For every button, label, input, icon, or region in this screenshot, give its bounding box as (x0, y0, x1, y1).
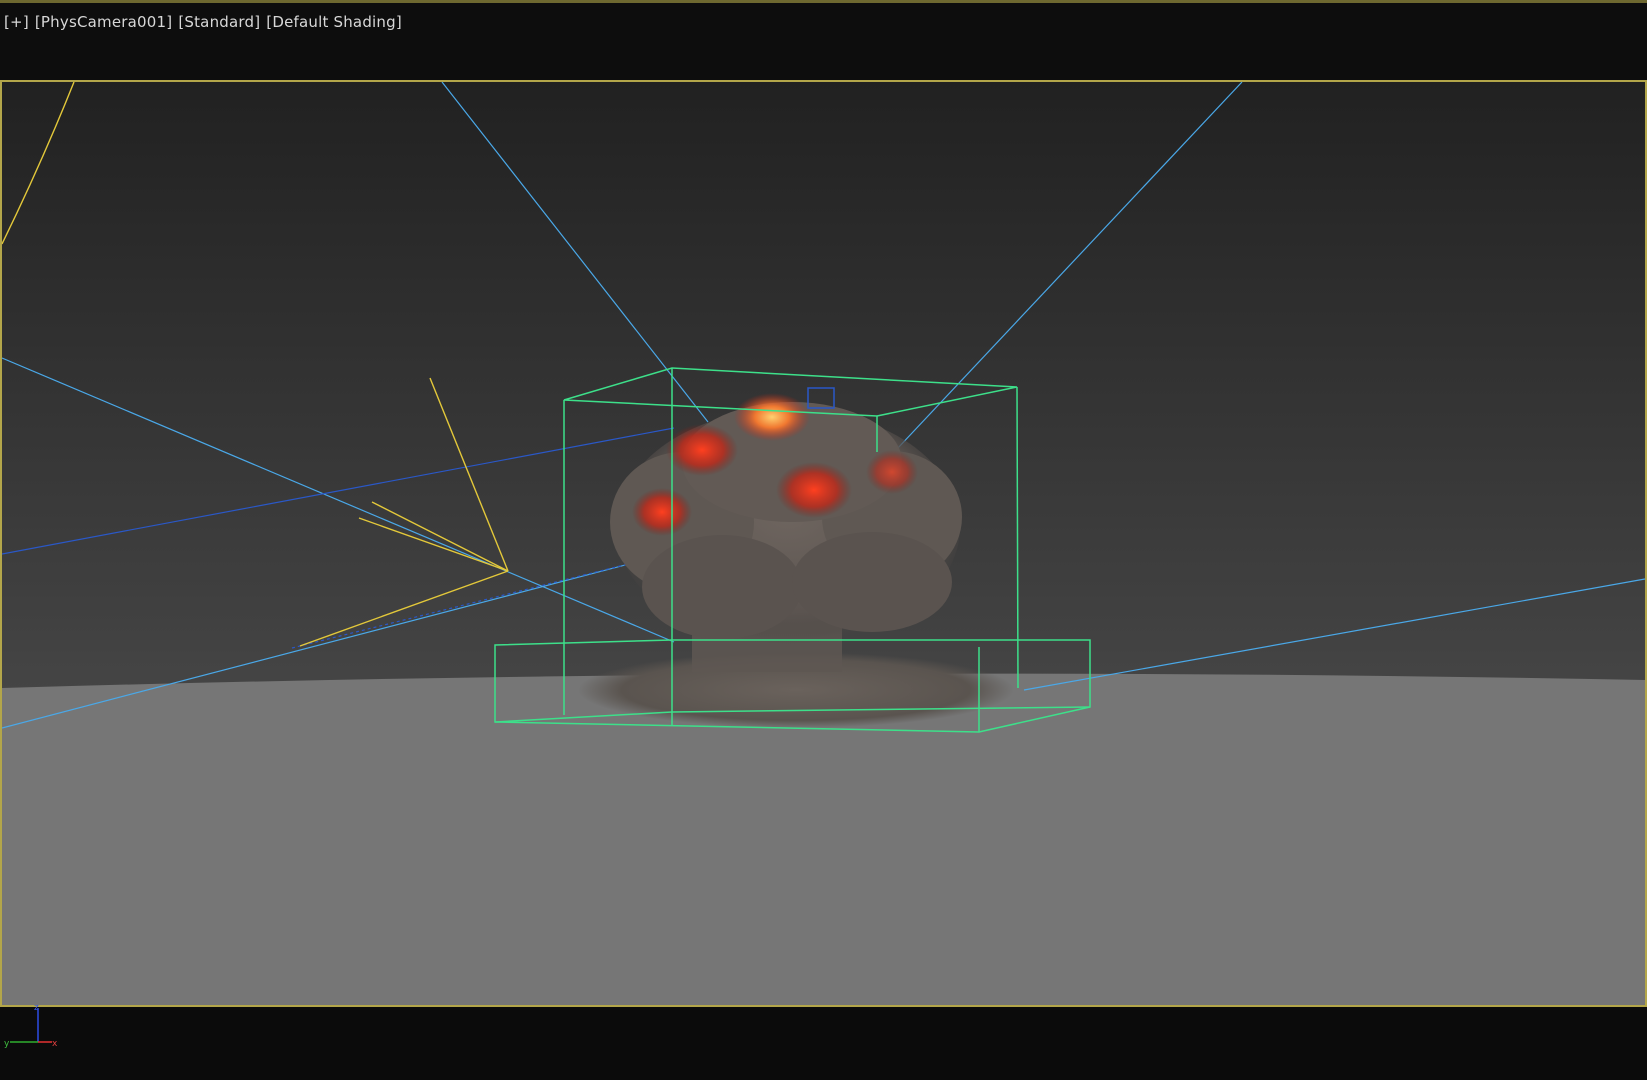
viewport-style-menu[interactable]: [Standard] (178, 13, 260, 31)
viewport-general-menu[interactable]: [+] (4, 13, 29, 31)
camera-viewport[interactable] (0, 80, 1647, 1007)
viewport-scene[interactable] (2, 82, 1645, 1005)
viewport-header: [+] [PhysCamera001] [Standard] [Default … (0, 3, 1647, 80)
viewport-label-menu: [+] [PhysCamera001] [Standard] [Default … (4, 13, 402, 31)
viewport-point-of-view-menu[interactable]: [PhysCamera001] (35, 13, 172, 31)
axis-tripod: z x y (2, 1002, 62, 1062)
z-axis-label: z (34, 1003, 39, 1013)
x-axis-label: x (52, 1039, 58, 1049)
viewport-footer (0, 1007, 1647, 1080)
y-axis-label: y (4, 1039, 10, 1049)
viewport-shading-menu[interactable]: [Default Shading] (266, 13, 402, 31)
